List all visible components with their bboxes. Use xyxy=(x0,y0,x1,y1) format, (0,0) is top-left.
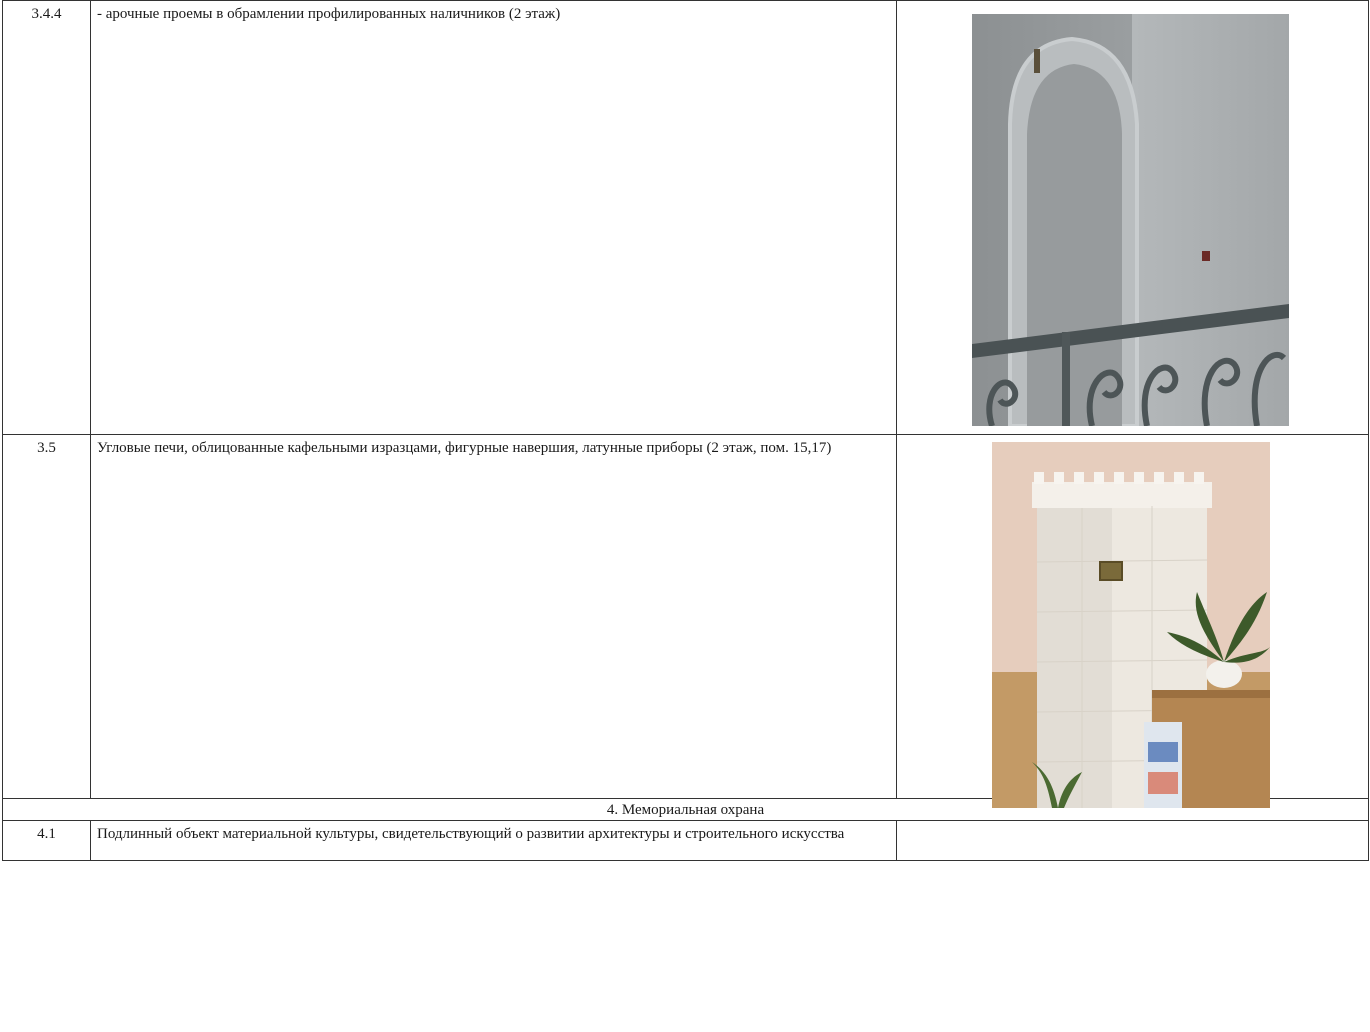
tiled-corner-stove-photo xyxy=(992,442,1270,808)
document-table: 3.4.4 - арочные проемы в обрамлении проф… xyxy=(2,0,1369,861)
photo-cell xyxy=(896,434,1369,808)
table-row: 3.5 Угловые печи, облицованные кафельным… xyxy=(2,434,1369,808)
table-row: 3.4.4 - арочные проемы в обрамлении проф… xyxy=(2,0,1369,435)
row-description: - арочные проемы в обрамлении профилиров… xyxy=(90,0,897,435)
row-number: 3.5 xyxy=(2,434,91,799)
arched-doorway-photo xyxy=(972,14,1289,426)
row-number: 4.1 xyxy=(2,820,91,861)
row-description: Угловые печи, облицованные кафельными из… xyxy=(90,434,897,799)
photo-cell xyxy=(896,0,1369,435)
row-description: Подлинный объект материальной культуры, … xyxy=(90,820,897,861)
photo-cell xyxy=(896,820,1369,861)
table-row: 4.1 Подлинный объект материальной культу… xyxy=(2,820,1369,861)
row-number: 3.4.4 xyxy=(2,0,91,435)
